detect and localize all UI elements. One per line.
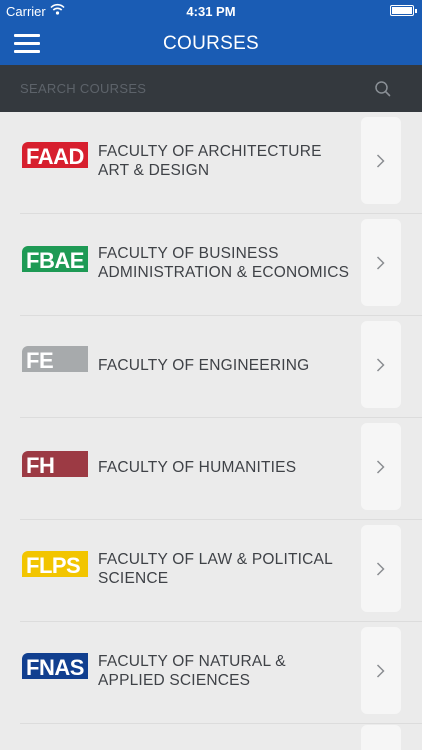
list-item[interactable]: FH FACULTY OF HUMANITIES bbox=[0, 418, 422, 520]
chevron-right-icon bbox=[376, 358, 385, 372]
faculty-name: FACULTY OF ENGINEERING bbox=[98, 357, 310, 374]
open-faculty-button[interactable] bbox=[361, 627, 401, 714]
chevron-right-icon bbox=[376, 154, 385, 168]
faculty-logo: FLPS bbox=[22, 551, 88, 577]
faculty-name: FACULTY OF NATURAL & APPLIED SCIENCES bbox=[98, 653, 286, 689]
list-item-next-partial bbox=[361, 725, 401, 750]
faculty-logo-abbr: FAAD bbox=[26, 144, 84, 168]
faculty-name: FACULTY OF LAW & POLITICAL SCIENCE bbox=[98, 551, 333, 587]
list-item[interactable]: FBAE FACULTY OF BUSINESS ADMINISTRATION &… bbox=[0, 214, 422, 316]
chevron-right-icon bbox=[376, 256, 385, 270]
chevron-right-icon bbox=[376, 562, 385, 576]
status-time: 4:31 PM bbox=[186, 4, 236, 19]
faculty-logo: FBAE bbox=[22, 246, 88, 272]
faculty-name: FACULTY OF ARCHITECTURE ART & DESIGN bbox=[98, 143, 322, 179]
page-title: COURSES bbox=[162, 33, 260, 54]
faculty-logo: FH bbox=[22, 451, 88, 477]
battery-icon bbox=[390, 5, 417, 16]
chevron-right-icon bbox=[376, 664, 385, 678]
list-item[interactable]: FE FACULTY OF ENGINEERING bbox=[0, 316, 422, 418]
chevron-right-icon bbox=[376, 460, 385, 474]
open-faculty-button[interactable] bbox=[361, 219, 401, 306]
search-bar bbox=[0, 65, 422, 112]
open-faculty-button[interactable] bbox=[361, 321, 401, 408]
faculty-logo-abbr: FLPS bbox=[26, 553, 81, 577]
faculty-logo-abbr: FH bbox=[26, 453, 55, 477]
faculty-logo-abbr: FNAS bbox=[26, 655, 84, 679]
open-faculty-button[interactable] bbox=[361, 423, 401, 510]
faculty-name: FACULTY OF BUSINESS ADMINISTRATION & ECO… bbox=[98, 245, 350, 281]
list-item[interactable]: FNAS FACULTY OF NATURAL & APPLIED SCIENCE… bbox=[0, 622, 422, 724]
status-bar: Carrier 4:31 PM bbox=[0, 0, 422, 22]
nav-bar: COURSES bbox=[0, 22, 422, 65]
search-icon[interactable] bbox=[374, 80, 392, 98]
faculty-list: FAAD FACULTY OF ARCHITECTURE ART & DESIGN… bbox=[0, 112, 422, 724]
faculty-logo: FAAD bbox=[22, 142, 88, 168]
faculty-logo-abbr: FBAE bbox=[26, 248, 84, 272]
search-input[interactable] bbox=[20, 77, 360, 99]
open-faculty-button[interactable] bbox=[361, 117, 401, 204]
open-faculty-button[interactable] bbox=[361, 525, 401, 612]
faculty-logo-abbr: FE bbox=[26, 348, 54, 372]
list-item[interactable]: FLPS FACULTY OF LAW & POLITICAL SCIENCE bbox=[0, 520, 422, 622]
faculty-logo: FE bbox=[22, 346, 88, 372]
faculty-name: FACULTY OF HUMANITIES bbox=[98, 459, 297, 476]
faculty-logo: FNAS bbox=[22, 653, 88, 679]
divider bbox=[20, 723, 422, 724]
list-item[interactable]: FAAD FACULTY OF ARCHITECTURE ART & DESIGN bbox=[0, 112, 422, 214]
